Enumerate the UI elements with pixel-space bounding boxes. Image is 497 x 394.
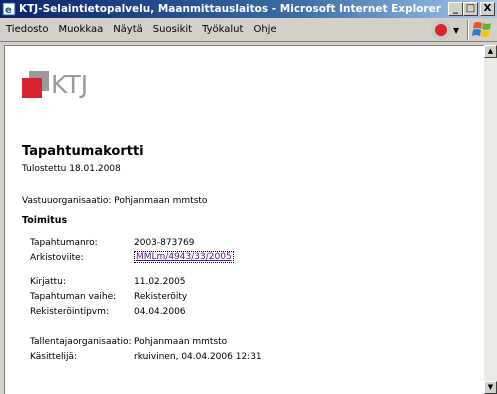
minimize-button[interactable]: _ — [448, 2, 463, 16]
field-value: Pohjanmaan mmtsto — [134, 337, 228, 347]
acrobat-icon[interactable] — [431, 20, 451, 40]
scroll-down-button[interactable]: ▼ — [484, 381, 497, 394]
field-label: Tallentajaorganisaatio: — [30, 337, 132, 347]
archive-reference-link[interactable]: MMLm/4943/33/2005 — [134, 251, 234, 263]
menu-tools[interactable]: Työkalut — [197, 24, 248, 35]
internet-explorer-icon: e — [2, 2, 16, 16]
field-label: Arkistoviite: — [30, 253, 84, 263]
window-titlebar[interactable]: e KTJ-Selaintietopalvelu, Maanmittauslai… — [0, 0, 497, 18]
section-heading: Toimitus — [22, 215, 68, 226]
field-label: Kirjattu: — [30, 277, 66, 287]
menu-view[interactable]: Näytä — [108, 24, 148, 35]
svg-text:e: e — [5, 5, 12, 16]
ktj-logo: KTJ — [22, 71, 88, 98]
field-value: 04.04.2006 — [134, 307, 186, 317]
maximize-button[interactable]: □ — [463, 2, 478, 16]
toolbar-separator — [467, 20, 469, 40]
menu-bar: Tiedosto Muokkaa Näytä Suosikit Työkalut… — [0, 18, 497, 42]
window-title: KTJ-Selaintietopalvelu, Maanmittauslaito… — [19, 3, 441, 15]
field-label: Käsittelijä: — [30, 352, 78, 362]
field-label: Tapahtuman vaihe: — [30, 292, 117, 302]
field-value: 11.02.2005 — [134, 277, 186, 287]
field-value: 2003-873769 — [134, 238, 195, 248]
ktj-logo-text: KTJ — [51, 69, 89, 99]
menu-help[interactable]: Ohje — [248, 24, 281, 35]
ktj-logo-mark — [22, 71, 49, 98]
scroll-up-button[interactable]: ▲ — [484, 45, 497, 58]
field-label: Tapahtumanro: — [30, 238, 98, 248]
windows-logo-icon — [471, 19, 495, 41]
menu-file[interactable]: Tiedosto — [0, 24, 53, 35]
vertical-scrollbar[interactable]: ▲ ▼ — [484, 45, 497, 394]
responsible-organization: Vastuuorganisaatio: Pohjanmaan mmtsto — [22, 196, 208, 206]
menu-edit[interactable]: Muokkaa — [53, 24, 108, 35]
menu-favorites[interactable]: Suosikit — [148, 24, 197, 35]
acrobat-dropdown-icon[interactable]: ▼ — [453, 26, 461, 35]
field-label: Rekisteröintipvm: — [30, 307, 109, 317]
field-value: Rekisteröity — [134, 292, 188, 302]
field-value: rkuivinen, 04.04.2006 12:31 — [134, 352, 262, 362]
close-button[interactable]: X — [480, 2, 495, 16]
page-title: Tapahtumakortti — [22, 144, 144, 159]
printed-date: Tulostettu 18.01.2008 — [22, 164, 121, 174]
